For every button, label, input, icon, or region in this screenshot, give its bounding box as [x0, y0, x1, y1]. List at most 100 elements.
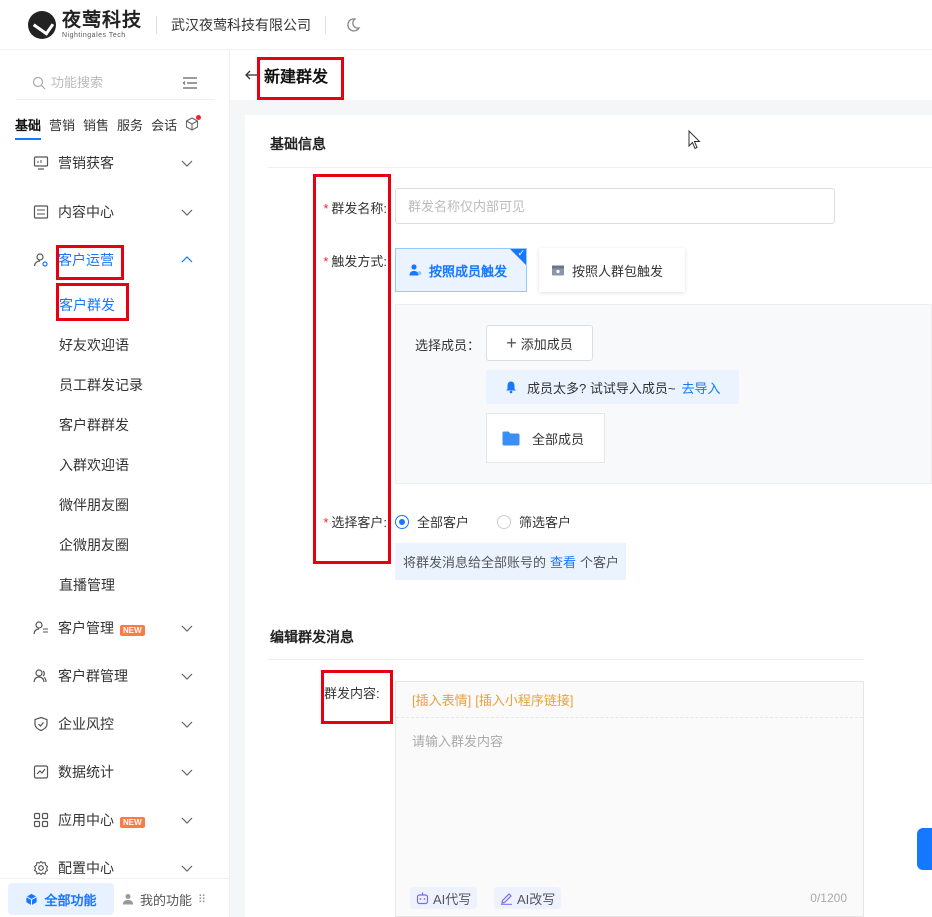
mass-send-name-label: * 群发名称: [312, 198, 387, 217]
more-modules-cube-icon[interactable] [185, 115, 202, 131]
char-counter: 0/1200 [810, 891, 847, 905]
content-label: 群发内容: [324, 686, 380, 701]
tab-session[interactable]: 会话 [151, 115, 177, 134]
all-functions-button[interactable]: 全部功能 [8, 883, 114, 915]
sidebar-item-content-center[interactable]: 内容中心 [0, 200, 229, 224]
ai-rewrite-button[interactable]: AI改写 [494, 887, 562, 909]
new-badge: NEW [120, 817, 145, 828]
module-tabs: 基础 营销 销售 服务 会话 [15, 114, 202, 140]
header-divider [325, 15, 327, 34]
message-editor: [插入表情] [插入小程序链接] AI代写 AI改写 0/1200 [395, 681, 864, 917]
message-content-input[interactable] [396, 719, 863, 879]
logo-name-en: Nightingales Tech [62, 31, 126, 39]
radio-filter-customers[interactable]: 筛选客户 [497, 512, 571, 531]
chevron-down-icon [181, 769, 193, 776]
tab-marketing[interactable]: 营销 [49, 115, 75, 134]
sidebar-bottom-bar: 全部功能 我的功能 ⠿ [0, 878, 229, 917]
submenu-weiban-moments[interactable]: 微伴朋友圈 [59, 495, 129, 515]
all-members-label: 全部成员 [532, 431, 585, 447]
ai-write-button[interactable]: AI代写 [410, 887, 478, 909]
mass-send-name-input[interactable] [395, 188, 835, 224]
sidebar-item-customer-operation[interactable]: 客户运营 [0, 248, 229, 272]
apps-grid-icon [33, 812, 49, 828]
sidebar-item-label: 内容中心 [58, 204, 114, 220]
submenu-staff-send-record[interactable]: 员工群发记录 [59, 375, 143, 395]
trigger-by-member-label: 按照成员触发 [429, 263, 508, 279]
submenu-group-welcome[interactable]: 入群欢迎语 [59, 455, 129, 475]
import-members-tip: 成员太多? 试试导入成员~ 去导入 [486, 370, 739, 404]
user-settings-icon [33, 253, 48, 267]
sidebar-item-customer-group-management[interactable]: 客户群管理 [0, 664, 229, 688]
company-name: 武汉夜莺科技有限公司 [171, 16, 312, 33]
dark-mode-moon-icon[interactable] [344, 16, 362, 34]
drag-handle-icon[interactable]: ⠿ [198, 893, 206, 906]
insert-miniapp-link-button[interactable]: [插入小程序链接] [475, 690, 573, 709]
content-list-icon [33, 205, 49, 219]
sidebar-item-label: 营销获客 [58, 155, 114, 171]
all-members-chip[interactable]: 全部成员 [486, 413, 605, 463]
plus-icon: + [506, 333, 517, 353]
view-customers-link[interactable]: 查看 [550, 552, 576, 571]
required-mark: * [323, 254, 329, 269]
user-list-icon [33, 621, 48, 635]
import-members-link[interactable]: 去导入 [681, 378, 720, 397]
all-functions-label: 全部功能 [44, 892, 97, 908]
radio-filter-customers-label: 筛选客户 [519, 515, 572, 530]
submenu-friend-welcome[interactable]: 好友欢迎语 [59, 335, 129, 355]
section-divider [268, 659, 864, 660]
sidebar-item-customer-management[interactable]: 客户管理 NEW [0, 616, 229, 640]
tab-sales[interactable]: 销售 [83, 115, 109, 134]
insert-emoji-button[interactable]: [插入表情] [412, 690, 471, 709]
submenu-wecom-moments[interactable]: 企微朋友圈 [59, 535, 129, 555]
shield-icon [34, 716, 48, 732]
add-member-button[interactable]: + 添加成员 [486, 325, 593, 361]
required-mark: * [323, 515, 329, 530]
page-title-bar: 新建群发 [230, 50, 932, 100]
pencil-icon [501, 892, 512, 905]
floating-side-button[interactable] [917, 828, 932, 870]
monitor-icon [33, 156, 49, 170]
trigger-method-label: * 触发方式: [312, 251, 387, 270]
radio-all-customers[interactable]: 全部客户 [395, 512, 469, 531]
label-text: 触发方式: [331, 254, 387, 269]
brand-logo[interactable]: 夜莺科技 Nightingales Tech [28, 9, 143, 39]
sidebar-item-label: 客户管理 NEW [58, 618, 145, 638]
folder-icon [502, 431, 520, 445]
trigger-by-member-option[interactable]: 按照成员触发 ✓ [395, 248, 527, 292]
new-badge: NEW [120, 625, 145, 636]
sidebar-item-risk-control[interactable]: 企业风控 [0, 712, 229, 736]
collapse-menu-icon[interactable] [182, 75, 198, 91]
submenu-group-mass-send[interactable]: 客户群群发 [59, 415, 129, 435]
sidebar-item-data-statistics[interactable]: 数据统计 [0, 760, 229, 784]
bell-icon [506, 381, 516, 394]
trigger-by-crowd-option[interactable]: 按照人群包触发 [539, 248, 685, 292]
cust-tip-prefix: 将群发消息给全部账号的 [403, 555, 547, 570]
back-arrow-icon[interactable] [244, 68, 258, 82]
tab-service[interactable]: 服务 [117, 115, 143, 134]
sidebar-item-app-center[interactable]: 应用中心 NEW [0, 808, 229, 832]
sidebar-item-label: 客户运营 [58, 252, 114, 268]
sidebar-item-label: 客户群管理 [58, 668, 128, 684]
chevron-up-icon [181, 256, 193, 263]
ai-rewrite-label: AI改写 [517, 891, 556, 907]
chevron-down-icon [181, 721, 193, 728]
sidebar-item-marketing-acquisition[interactable]: 营销获客 [0, 151, 229, 175]
my-functions-button[interactable]: 我的功能 ⠿ [122, 883, 206, 915]
sidebar-item-label: 数据统计 [58, 764, 114, 780]
submenu-live-management[interactable]: 直播管理 [59, 575, 115, 595]
function-search-input[interactable] [51, 75, 171, 90]
tab-basic[interactable]: 基础 [15, 115, 42, 140]
page-title: 新建群发 [264, 69, 329, 86]
section-divider [268, 167, 932, 168]
section-title-edit-message: 编辑群发消息 [270, 629, 354, 645]
header-divider [156, 15, 158, 34]
editor-toolbar: [插入表情] [插入小程序链接] [396, 682, 863, 718]
sidebar-item-label: 企业风控 [58, 716, 114, 732]
submenu-customer-mass-send[interactable]: 客户群发 [59, 295, 115, 315]
logo-name-cn: 夜莺科技 [62, 9, 143, 31]
user-icon [409, 264, 422, 276]
select-customer-label: * 选择客户: [312, 512, 387, 531]
trigger-by-crowd-label: 按照人群包触发 [572, 263, 664, 279]
sidebar-item-config-center[interactable]: 配置中心 [0, 856, 229, 880]
chevron-down-icon [181, 817, 193, 824]
